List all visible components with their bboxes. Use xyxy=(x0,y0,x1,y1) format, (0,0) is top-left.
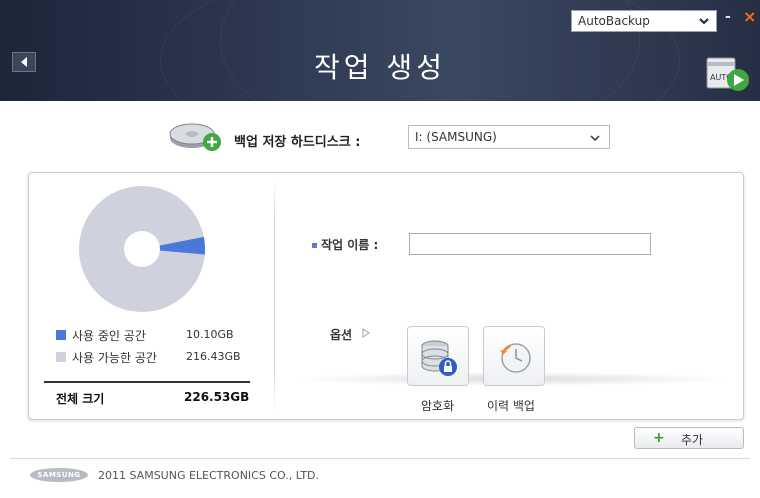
add-job-button[interactable]: + 추가 xyxy=(634,427,744,449)
bullet-icon xyxy=(312,243,317,248)
encrypt-option-button[interactable] xyxy=(407,326,469,386)
total-size-value: 226.53GB xyxy=(184,390,250,404)
free-space-value: 216.43GB xyxy=(186,350,241,363)
samsung-logo: SAMSUNG xyxy=(30,468,88,482)
encrypt-option-label: 암호화 xyxy=(421,399,455,413)
close-button[interactable]: × xyxy=(743,9,756,25)
used-color-swatch xyxy=(56,330,66,340)
footer-divider xyxy=(10,458,750,459)
backup-disk-label: 백업 저장 하드디스크 : xyxy=(234,135,361,150)
usage-legend: 사용 중인 공간 10.10GB 사용 가능한 공간 216.43GB xyxy=(56,325,256,369)
chevron-left-icon xyxy=(21,57,27,67)
hard-disk-add-icon xyxy=(169,123,221,151)
chevron-down-icon xyxy=(699,18,709,25)
job-name-input[interactable] xyxy=(409,233,651,255)
free-space-label: 사용 가능한 공간 xyxy=(72,351,157,365)
backup-mode-select[interactable]: AutoBackup xyxy=(571,10,717,32)
legend-free-row: 사용 가능한 공간 216.43GB xyxy=(56,347,256,369)
job-name-label: 작업 이름 : xyxy=(321,238,379,252)
legend-used-row: 사용 중인 공간 10.10GB xyxy=(56,325,256,347)
disk-usage-pie xyxy=(79,186,206,312)
legend-separator xyxy=(44,381,250,383)
pie-center-hole xyxy=(124,231,160,267)
plus-icon: + xyxy=(653,430,665,446)
used-space-label: 사용 중인 공간 xyxy=(72,329,146,343)
free-color-swatch xyxy=(56,352,66,362)
copyright-text: 2011 SAMSUNG ELECTRONICS CO., LTD. xyxy=(98,469,320,482)
backup-disk-value: I: (SAMSUNG) xyxy=(415,130,497,144)
add-job-label: 추가 xyxy=(681,433,704,447)
clock-history-icon xyxy=(500,343,531,373)
panel-divider xyxy=(274,176,275,412)
options-label: 옵션 xyxy=(330,328,353,342)
backup-mode-value: AutoBackup xyxy=(578,14,650,28)
chevron-down-icon xyxy=(590,135,600,142)
history-backup-option-label: 이력 백업 xyxy=(487,399,535,413)
total-size-label: 전체 크기 xyxy=(56,392,105,406)
backup-disk-row: 백업 저장 하드디스크 : I: (SAMSUNG) xyxy=(168,118,628,154)
total-size-row: 전체 크기 226.53GB xyxy=(56,390,256,407)
minimize-button[interactable]: - xyxy=(725,10,737,26)
back-button[interactable] xyxy=(12,52,36,72)
backup-disk-select[interactable]: I: (SAMSUNG) xyxy=(408,125,610,149)
triangle-right-icon xyxy=(362,328,370,338)
page-title: 작업 생성 xyxy=(314,51,446,84)
auto-backup-icon[interactable]: AUTO xyxy=(705,52,753,94)
database-lock-icon xyxy=(421,340,457,376)
job-name-label-row: 작업 이름 : xyxy=(312,236,378,253)
history-backup-option-button[interactable] xyxy=(483,326,545,386)
used-space-value: 10.10GB xyxy=(186,328,234,341)
